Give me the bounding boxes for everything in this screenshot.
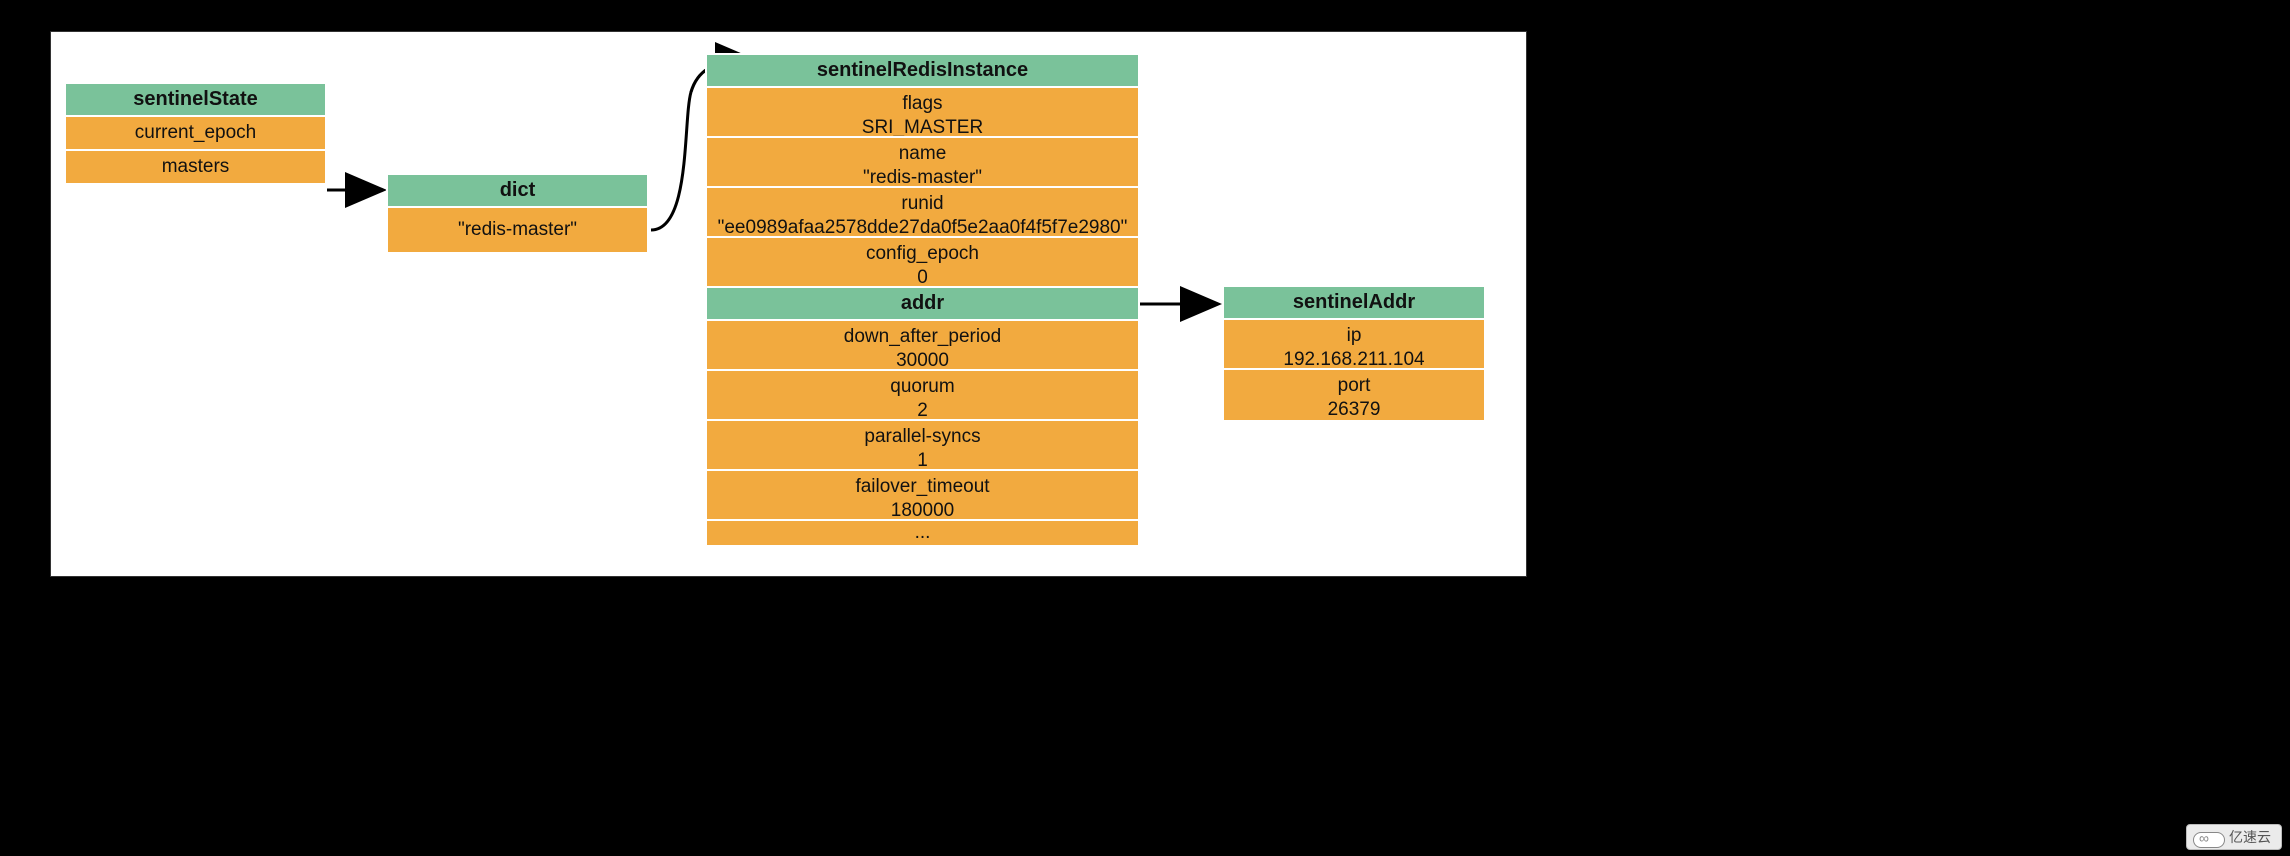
box-addr-title: sentinelAddr — [1224, 287, 1484, 320]
row-ellipsis: ... — [707, 521, 1138, 545]
row-name: name "redis-master" — [707, 138, 1138, 188]
diagram-canvas: sentinelState current_epoch masters dict… — [50, 31, 1527, 577]
row-ip: ip 192.168.211.104 — [1224, 320, 1484, 370]
row-port: port 26379 — [1224, 370, 1484, 420]
row-current-epoch: current_epoch — [66, 117, 325, 151]
row-dict-key: "redis-master" — [388, 208, 647, 252]
watermark-text: 亿速云 — [2229, 827, 2271, 847]
row-down-after-period: down_after_period 30000 — [707, 321, 1138, 371]
box-addr-subheader: addr — [707, 288, 1138, 321]
box-dict-title: dict — [388, 175, 647, 208]
row-masters: masters — [66, 151, 325, 183]
box-instance-title: sentinelRedisInstance — [707, 55, 1138, 88]
box-sentinel-addr: sentinelAddr ip 192.168.211.104 port 263… — [1222, 285, 1486, 422]
row-runid: runid "ee0989afaa2578dde27da0f5e2aa0f4f5… — [707, 188, 1138, 238]
box-dict: dict "redis-master" — [386, 173, 649, 254]
box-sentinel-redis-instance: sentinelRedisInstance flags SRI_MASTER n… — [705, 53, 1140, 547]
box-sentinel-state: sentinelState current_epoch masters — [64, 82, 327, 185]
row-config-epoch: config_epoch 0 — [707, 238, 1138, 288]
row-failover-timeout: failover_timeout 180000 — [707, 471, 1138, 521]
row-parallel-syncs: parallel-syncs 1 — [707, 421, 1138, 471]
row-flags: flags SRI_MASTER — [707, 88, 1138, 138]
row-quorum: quorum 2 — [707, 371, 1138, 421]
watermark-badge: 亿速云 — [2186, 824, 2282, 850]
box-sentinel-state-title: sentinelState — [66, 84, 325, 117]
cloud-icon — [2193, 828, 2223, 846]
